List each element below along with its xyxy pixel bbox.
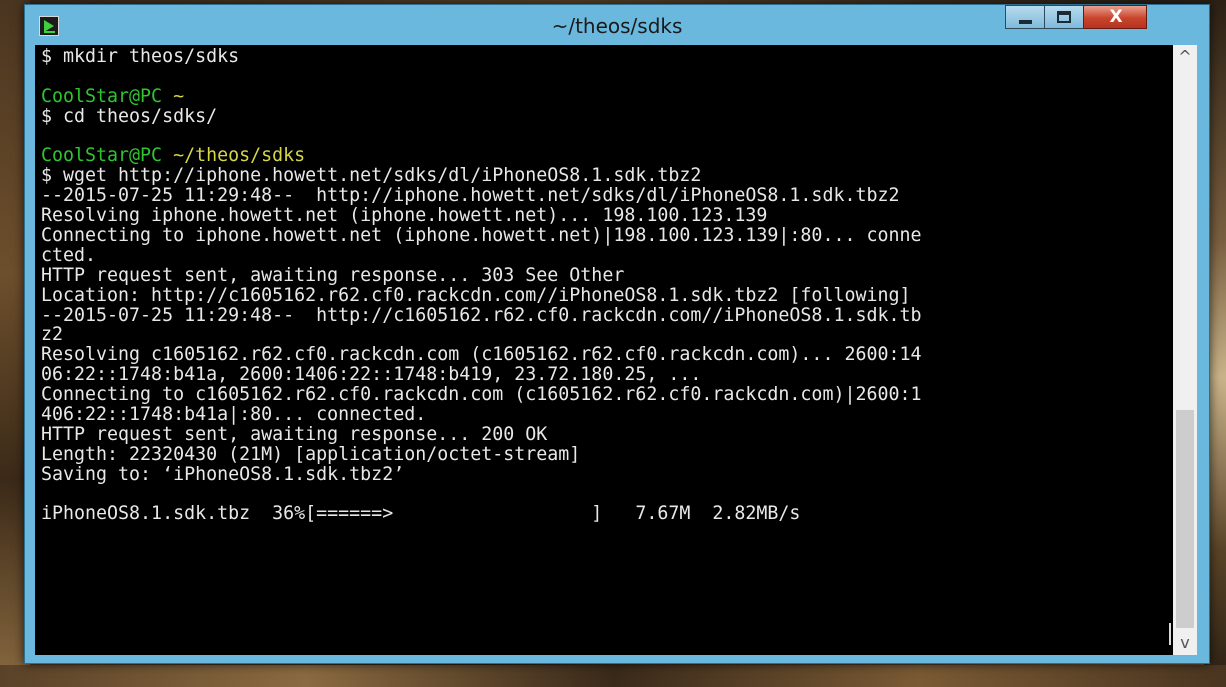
- terminal-output: $ mkdir theos/sdks CoolStar@PC ~ $ cd the…: [41, 47, 1171, 524]
- terminal-line: 06:22::1748:b41a, 2600:1406:22::1748:b41…: [41, 364, 702, 386]
- scroll-down-arrow-icon[interactable]: v: [1173, 631, 1197, 655]
- terminal-line: CoolStar@PC ~/theos/sdks: [41, 146, 1171, 166]
- terminal-line: HTTP request sent, awaiting response... …: [41, 264, 625, 286]
- terminal-line: 406:22::1748:b41a|:80... connected.: [41, 404, 427, 426]
- maximize-icon: [1057, 11, 1071, 23]
- prompt-path: ~/theos/sdks: [173, 145, 306, 167]
- close-icon: X: [1109, 7, 1123, 27]
- terminal-line: Resolving iphone.howett.net (iphone.howe…: [41, 205, 768, 227]
- minimize-button[interactable]: [1005, 5, 1045, 29]
- desktop-background-bottom: [0, 665, 1226, 687]
- scroll-thumb[interactable]: [1176, 410, 1194, 628]
- terminal-line: Length: 22320430 (21M) [application/octe…: [41, 443, 581, 465]
- terminal-line: CoolStar@PC ~: [41, 85, 1171, 107]
- terminal-line: $ cd theos/sdks/: [41, 105, 218, 127]
- text-cursor: [1169, 623, 1171, 645]
- terminal-line: HTTP request sent, awaiting response... …: [41, 423, 548, 445]
- terminal-line: --2015-07-25 11:29:48-- http://c1605162.…: [41, 304, 922, 326]
- title-bar[interactable]: ~/theos/sdks X: [25, 5, 1209, 47]
- close-button[interactable]: X: [1083, 5, 1147, 29]
- terminal-line: z2: [41, 324, 64, 346]
- terminal-line: cted.: [41, 244, 97, 266]
- terminal-window: ~/theos/sdks X $ mkdir theos/sdks CoolSt…: [24, 4, 1210, 664]
- vertical-scrollbar[interactable]: ^ v: [1173, 45, 1197, 655]
- prompt-user: CoolStar@PC: [41, 85, 163, 107]
- prompt-path: ~: [173, 85, 185, 107]
- terminal-line: Location: http://c1605162.r62.cf0.rackcd…: [41, 284, 911, 306]
- minimize-icon: [1019, 20, 1032, 24]
- terminal-line: iPhoneOS8.1.sdk.tbz 36%[======> ] 7.67M …: [41, 503, 801, 525]
- terminal-line: Connecting to c1605162.r62.cf0.rackcdn.c…: [41, 384, 922, 406]
- terminal-line: $ mkdir theos/sdks: [41, 46, 240, 67]
- terminal-area[interactable]: $ mkdir theos/sdks CoolStar@PC ~ $ cd the…: [35, 45, 1197, 655]
- terminal-line: --2015-07-25 11:29:48-- http://iphone.ho…: [41, 185, 900, 207]
- prompt-user: CoolStar@PC: [41, 145, 163, 167]
- terminal-line: Resolving c1605162.r62.cf0.rackcdn.com (…: [41, 344, 922, 366]
- terminal-line: $ wget http://iphone.howett.net/sdks/dl/…: [41, 165, 702, 187]
- maximize-button[interactable]: [1044, 5, 1084, 29]
- scroll-up-arrow-icon[interactable]: ^: [1173, 45, 1197, 69]
- terminal-line: Connecting to iphone.howett.net (iphone.…: [41, 225, 922, 247]
- terminal-line: Saving to: ‘iPhoneOS8.1.sdk.tbz2’: [41, 463, 405, 485]
